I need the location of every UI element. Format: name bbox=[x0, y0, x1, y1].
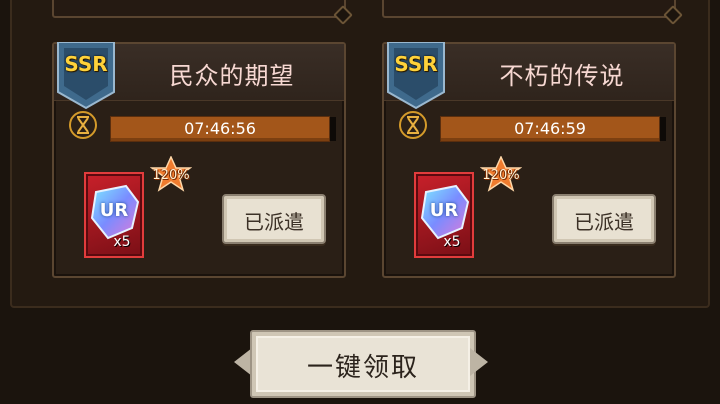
reward-quantity: x5 bbox=[443, 234, 461, 250]
timer-text: 07:46:56 bbox=[184, 119, 256, 138]
mission-title: 民众的期望 bbox=[169, 62, 295, 90]
dispatched-button-label: 已派遣 bbox=[244, 210, 304, 234]
timer-bar: 07:46:56 bbox=[110, 116, 336, 142]
reward-item[interactable]: UR x5 bbox=[414, 172, 474, 258]
mission-card: 民众的期望 SSR 07:46:56 UR x5 120% 已派遣 bbox=[52, 42, 346, 278]
timer-bar-end bbox=[660, 117, 666, 141]
dispatched-button-label: 已派遣 bbox=[574, 210, 634, 234]
timer-bar: 07:46:59 bbox=[440, 116, 666, 142]
reward-tier: UR bbox=[429, 200, 459, 221]
dispatched-button[interactable]: 已派遣 bbox=[222, 194, 326, 244]
reward-tier: UR bbox=[99, 200, 129, 221]
bonus-badge: 120% bbox=[150, 156, 192, 194]
reward-quantity: x5 bbox=[113, 234, 131, 250]
rarity-label: SSR bbox=[394, 52, 438, 76]
previous-card-edge bbox=[52, 0, 353, 25]
rarity-label: SSR bbox=[64, 52, 108, 76]
collect-all-label: 一键领取 bbox=[306, 353, 419, 383]
mission-card: 不朽的传说 SSR 07:46:59 UR x5 120% 已派遣 bbox=[382, 42, 676, 278]
timer-text: 07:46:59 bbox=[514, 119, 586, 138]
bonus-text: 120% bbox=[152, 168, 190, 183]
bonus-badge: 120% bbox=[480, 156, 522, 194]
reward-item[interactable]: UR x5 bbox=[84, 172, 144, 258]
collect-all-button[interactable]: 一键领取 bbox=[234, 326, 488, 398]
dispatched-button[interactable]: 已派遣 bbox=[552, 194, 656, 244]
timer-bar-end bbox=[330, 117, 336, 141]
bonus-text: 120% bbox=[482, 168, 520, 183]
hourglass-icon bbox=[399, 111, 427, 139]
collect-all-frame: 一键领取 bbox=[250, 330, 476, 398]
hourglass-icon bbox=[69, 111, 97, 139]
mission-title: 不朽的传说 bbox=[499, 62, 625, 90]
arrow-right-icon bbox=[470, 348, 488, 376]
previous-card-edge bbox=[382, 0, 683, 25]
